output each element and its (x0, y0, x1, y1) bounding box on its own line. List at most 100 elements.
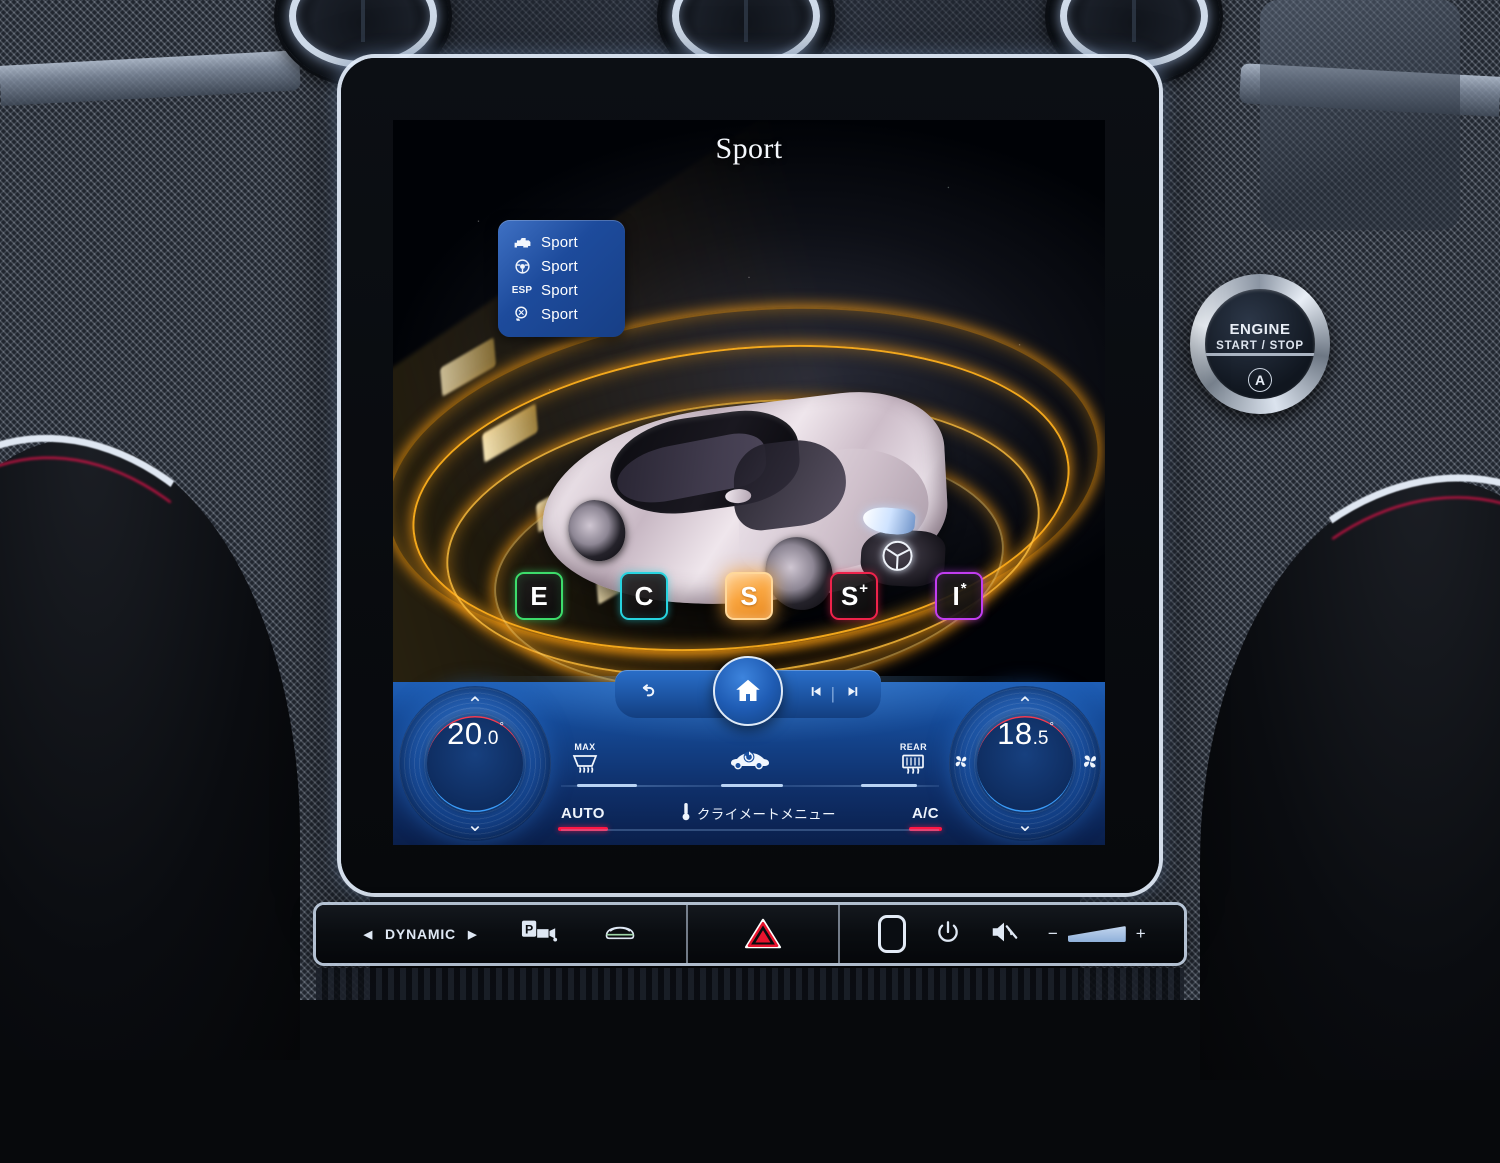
glovebox-panel (1260, 0, 1460, 230)
dynamic-label: DYNAMIC (385, 926, 456, 942)
steering-wheel-icon (509, 256, 535, 276)
volume-up-button[interactable]: + (1136, 924, 1146, 944)
status-row-suspension: Sport (509, 302, 615, 326)
suspension-icon (509, 304, 535, 324)
climate-label-track (561, 829, 939, 831)
skip-next-icon[interactable] (846, 684, 861, 704)
temp-up-left-button[interactable]: ⌃ (467, 692, 484, 717)
air-recirculation-icon (727, 748, 771, 770)
temp-display-left: 20.0° (427, 716, 523, 812)
parking-camera-button[interactable]: P (521, 919, 559, 950)
drive-mode-button-sport[interactable]: S (725, 572, 773, 620)
windshield-defrost-icon (571, 753, 599, 775)
infotainment-screen[interactable]: Sport Sport ESP Sport (393, 120, 1105, 845)
start-stop-divider (1205, 353, 1315, 356)
rear-defrost-tag: REAR (900, 742, 927, 752)
center-display-bezel: Sport Sport ESP Sport (341, 58, 1159, 893)
drive-mode-label-individual: I (952, 581, 959, 612)
esp-icon: ESP (509, 280, 535, 300)
status-label-suspension: Sport (541, 306, 578, 323)
temp-down-right-button[interactable]: ⌄ (1017, 812, 1034, 837)
drive-mode-hero: Sport Sport ESP Sport (393, 120, 1105, 682)
track-segment (577, 784, 637, 787)
fan-icon-left[interactable] (953, 753, 969, 774)
temp-down-left-button[interactable]: ⌄ (467, 812, 484, 837)
volume-down-button[interactable]: − (1048, 924, 1058, 944)
hard-key-strip: ◀ DYNAMIC ▶ P (316, 905, 1184, 963)
rear-defrost-icon (900, 753, 926, 775)
dynamic-prev-arrow[interactable]: ◀ (364, 928, 373, 941)
status-label-steering: Sport (541, 258, 578, 275)
climate-icon-row: MAX (571, 738, 927, 778)
status-row-esp: ESP Sport (509, 278, 615, 302)
drive-mode-label-sport: S (740, 581, 757, 612)
vehicle-front-button[interactable] (602, 920, 638, 949)
volume-control[interactable]: − + (1048, 924, 1146, 944)
drive-mode-label-eco: E (530, 581, 547, 612)
hard-key-group-center (688, 905, 838, 963)
drive-mode-button-comfort[interactable]: C (620, 572, 668, 620)
auto-label: AUTO (561, 805, 605, 822)
mute-icon[interactable] (989, 919, 1019, 950)
temp-right-integer: 18 (997, 716, 1032, 752)
volume-wedge-icon[interactable] (1068, 926, 1126, 942)
temp-display-right: 18.5° (977, 716, 1073, 812)
hard-key-group-left: ◀ DYNAMIC ▶ P (316, 905, 686, 963)
track-segment (721, 784, 783, 787)
max-defrost-tag: MAX (574, 742, 595, 752)
status-label-esp: Sport (541, 282, 578, 299)
track-segment (861, 784, 917, 787)
engine-label: ENGINE (1229, 321, 1290, 338)
dynamic-select-button[interactable]: ◀ DYNAMIC ▶ (364, 926, 477, 942)
climate-icon-track (561, 785, 939, 787)
temp-up-right-button[interactable]: ⌃ (1017, 692, 1034, 717)
temp-left-integer: 20 (447, 716, 482, 752)
transport-separator: | (831, 684, 838, 704)
climate-menu-label: クライメートメニュー (697, 803, 836, 823)
status-label-engine: Sport (541, 234, 578, 251)
hard-key-group-right: − + (840, 905, 1184, 963)
temp-left-degree: ° (499, 721, 503, 733)
home-icon (733, 676, 763, 706)
start-stop-inner: ENGINE START / STOP A (1205, 289, 1315, 399)
hazard-lights-button[interactable] (744, 918, 782, 950)
thermometer-icon (681, 802, 691, 824)
climate-menu-button[interactable]: クライメートメニュー (681, 802, 836, 824)
temperature-dial-right[interactable]: ⌃ 18.5° ⌄ (949, 686, 1101, 841)
esp-icon-text: ESP (512, 285, 533, 296)
temperature-dial-left[interactable]: ⌃ 20.0° ⌄ (399, 686, 551, 841)
max-defrost-button[interactable]: MAX (571, 742, 599, 775)
home-button[interactable] (713, 656, 783, 726)
drive-mode-selector: E C S S+ I* (393, 572, 1105, 620)
svg-text:P: P (525, 922, 533, 936)
page-title: Sport (393, 132, 1105, 166)
back-arrow-icon[interactable] (635, 681, 659, 708)
drive-mode-button-eco[interactable]: E (515, 572, 563, 620)
dashboard-background: ENGINE START / STOP A (0, 0, 1500, 1000)
climate-control-bar: ⌃ 20.0° ⌄ ⌃ 18.5° (393, 682, 1105, 845)
temp-left-decimal: .0 (483, 728, 499, 750)
drive-mode-label-sport-plus: S (841, 581, 858, 612)
lower-vent-grille (316, 968, 1184, 1000)
drive-mode-status-panel: Sport Sport ESP Sport (498, 220, 625, 337)
skip-previous-icon[interactable] (808, 684, 823, 704)
status-row-steering: Sport (509, 254, 615, 278)
drive-mode-button-individual[interactable]: I* (935, 572, 983, 620)
auto-start-stop-letter: A (1255, 372, 1265, 388)
engine-start-stop-button[interactable]: ENGINE START / STOP A (1190, 274, 1330, 414)
screen-key-icon[interactable] (878, 915, 906, 953)
temp-right-decimal: .5 (1033, 728, 1049, 750)
auto-button[interactable]: AUTO (561, 805, 605, 822)
rear-defrost-button[interactable]: REAR (900, 742, 927, 775)
dynamic-next-arrow[interactable]: ▶ (468, 928, 477, 941)
drive-mode-button-sport-plus[interactable]: S+ (830, 572, 878, 620)
fan-icon-right[interactable] (1081, 752, 1099, 775)
ac-label: A/C (912, 805, 939, 822)
ac-button[interactable]: A/C (912, 805, 939, 822)
status-row-engine: Sport (509, 230, 615, 254)
air-recirculation-button[interactable] (727, 747, 771, 770)
temp-right-degree: ° (1049, 721, 1053, 733)
media-transport-controls: | (808, 684, 861, 704)
power-button[interactable] (935, 919, 961, 950)
auto-start-stop-icon: A (1248, 368, 1272, 392)
